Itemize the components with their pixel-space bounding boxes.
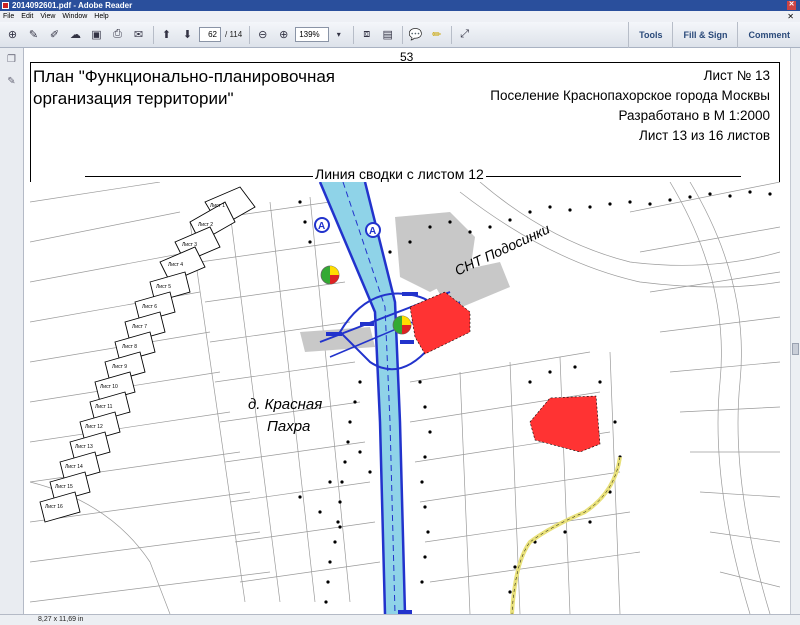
save-icon[interactable]: ▣ [87, 25, 106, 44]
navigation-pane: ❐ ✎ [0, 48, 24, 614]
village-label-line-1: д. Красная [248, 396, 323, 413]
page-number-input[interactable]: 62 [199, 27, 221, 42]
attachments-icon[interactable]: ✎ [4, 76, 20, 92]
sheet-index-label: Лист 8 [122, 344, 137, 350]
plan-title-line-1: План "Функционально-планировочная [33, 67, 335, 86]
sheet-index-label: Лист 16 [45, 504, 63, 510]
toolbar-separator [249, 25, 251, 44]
road-marker-a1: A [318, 221, 325, 232]
vertical-scrollbar[interactable] [790, 48, 800, 614]
plan-title: План "Функционально-планировочная органи… [33, 66, 453, 110]
menu-file[interactable]: File [3, 11, 14, 22]
adobe-reader-window: 2014092601.pdf - Adobe Reader ✕ File Edi… [0, 0, 800, 625]
sheet-index-label: Лист 7 [132, 324, 147, 330]
comment-button[interactable]: Comment [737, 22, 800, 48]
menu-window[interactable]: Window [62, 11, 87, 22]
page-total: / 114 [225, 30, 243, 39]
open-icon[interactable]: ✎ [24, 25, 43, 44]
print-icon[interactable]: ⎙ [108, 25, 127, 44]
next-page-icon[interactable]: ⬇ [178, 25, 197, 44]
main-toolbar: ⊕ ✎ ✐ ☁ ▣ ⎙ ✉ ⬆ ⬇ 62 / 114 ⊖ ⊕ 139% ▾ ⧈ … [0, 22, 800, 48]
toolbar-panes: Tools Fill & Sign Comment [628, 22, 800, 48]
menu-view[interactable]: View [40, 11, 55, 22]
toolbar-separator [402, 25, 404, 44]
sheet-number: Лист № 13 [703, 68, 770, 83]
sheet-info: Лист № 13 Поселение Краснопахорское горо… [490, 66, 770, 146]
sheet-index-label: Лист 3 [182, 242, 197, 248]
menu-edit[interactable]: Edit [21, 11, 33, 22]
settlement-name: Поселение Краснопахорское города Москвы [490, 88, 770, 103]
highlight-icon[interactable]: ✏ [427, 25, 446, 44]
sheet-index-label: Лист 12 [85, 424, 103, 430]
sheet-index-label: Лист 1 [210, 203, 225, 209]
cloud-icon[interactable]: ☁ [66, 25, 85, 44]
email-icon[interactable]: ✉ [129, 25, 148, 44]
expand-icon[interactable]: ⤢ [455, 25, 474, 44]
sheet-index-label: Лист 11 [95, 404, 113, 410]
title-bar: 2014092601.pdf - Adobe Reader ✕ [0, 0, 800, 11]
plan-map: A A Лист 1 Лист 2 Лист 3 Лист 4 Лист 5 Л… [30, 182, 780, 614]
zoom-in-icon[interactable]: ⊕ [274, 25, 293, 44]
map-drawing: A A Лист 1 Лист 2 Лист 3 Лист 4 Лист 5 Л… [30, 182, 780, 614]
page-thumbnails-icon[interactable]: ❐ [4, 54, 20, 70]
comment-icon[interactable]: 💬 [406, 25, 425, 44]
sheet-index-label: Лист 13 [75, 444, 93, 450]
sheet-of-total: Лист 13 из 16 листов [639, 128, 770, 143]
menu-help[interactable]: Help [94, 11, 108, 22]
sheet-index-label: Лист 6 [142, 304, 157, 310]
sheet-index-label: Лист 10 [100, 384, 118, 390]
toolbar-separator [353, 25, 355, 44]
sheet-index-label: Лист 15 [55, 484, 73, 490]
page-size-readout: 8,27 x 11,69 in [38, 616, 84, 623]
sheet-index-label: Лист 4 [168, 262, 183, 268]
fill-sign-button[interactable]: Fill & Sign [672, 22, 737, 48]
zoom-select[interactable]: 139% [295, 27, 330, 42]
road-marker-a2: A [369, 226, 376, 237]
toolbar-separator [153, 25, 154, 44]
scale-note: Разработано в М 1:2000 [618, 108, 770, 123]
zoom-dropdown-icon[interactable]: ▾ [329, 25, 348, 44]
sheet-index-label: Лист 9 [112, 364, 127, 370]
sheet-index-label: Лист 14 [65, 464, 83, 470]
sheet-index-label: Лист 2 [198, 222, 213, 228]
window-title: 2014092601.pdf - Adobe Reader [12, 1, 133, 10]
app-icon [2, 2, 9, 9]
stitch-line-label: Линия сводки с листом 12 [313, 166, 486, 182]
sheet-index-label: Лист 5 [156, 284, 171, 290]
fit-width-icon[interactable]: ▤ [378, 25, 397, 44]
village-label-line-2: Пахра [267, 418, 311, 435]
document-page: 53 План "Функционально-планировочная орг… [30, 48, 790, 614]
edit-icon[interactable]: ✐ [45, 25, 64, 44]
close-window-button[interactable]: ✕ [787, 1, 796, 10]
menu-bar: File Edit View Window Help ✕ [0, 11, 800, 22]
tools-button[interactable]: Tools [628, 22, 672, 48]
toolbar-separator [451, 25, 453, 44]
previous-page-icon[interactable]: ⬆ [157, 25, 176, 44]
status-bar: 8,27 x 11,69 in [0, 614, 800, 625]
scrollbar-thumb[interactable] [792, 343, 799, 355]
zoom-out-icon[interactable]: ⊖ [253, 25, 272, 44]
create-pdf-icon[interactable]: ⊕ [3, 25, 22, 44]
fit-page-icon[interactable]: ⧈ [357, 25, 376, 44]
plan-title-line-2: организация территории" [33, 89, 234, 108]
close-document-icon[interactable]: ✕ [787, 11, 794, 22]
